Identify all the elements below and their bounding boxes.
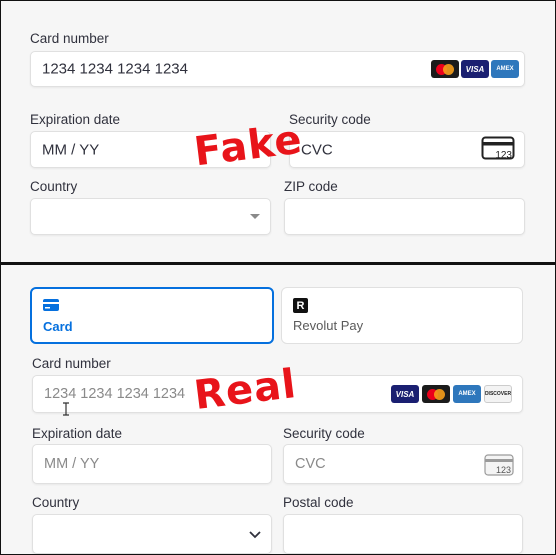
visa-icon: VISA (461, 60, 489, 78)
card-number-label: Card number (30, 31, 109, 46)
fake-stamp: Fake (191, 116, 306, 176)
country-label: Country (30, 179, 78, 194)
cvc-card-icon: 123 (481, 136, 515, 161)
visa-icon: VISA (391, 385, 419, 403)
expiration-label: Expiration date (30, 112, 121, 127)
security-code-label: Security code (289, 112, 371, 127)
tab-revolut-pay[interactable]: R Revolut Pay (281, 287, 523, 344)
security-code-field[interactable]: CVC 123 (289, 131, 525, 168)
country-label: Country (32, 495, 80, 510)
discover-icon: DISCOVER (484, 385, 512, 403)
tab-card-label: Card (43, 319, 73, 334)
security-code-input[interactable]: CVC 123 (283, 444, 523, 484)
mastercard-icon (431, 60, 459, 78)
fake-payment-form: Card number 1234 1234 1234 1234 VISA AME… (0, 0, 556, 263)
expiration-placeholder: MM / YY (44, 456, 100, 472)
postal-code-label: Postal code (283, 495, 354, 510)
mastercard-icon (422, 385, 450, 403)
security-code-placeholder: CVC (295, 456, 326, 472)
revolut-icon: R (293, 298, 308, 313)
cvc-card-icon: 123 (484, 454, 514, 476)
tab-card[interactable]: Card (30, 287, 274, 344)
dropdown-caret-icon (250, 214, 260, 219)
real-payment-form: Card R Revolut Pay Card number 1234 1234… (0, 263, 556, 555)
zip-field[interactable] (284, 198, 525, 235)
expiration-value: MM / YY (42, 141, 100, 158)
expiration-input[interactable]: MM / YY (32, 444, 272, 484)
card-number-label: Card number (32, 356, 111, 371)
text-cursor-icon (63, 402, 69, 416)
amex-icon: AMEX (453, 385, 481, 403)
svg-text:123: 123 (495, 150, 512, 161)
zip-label: ZIP code (284, 179, 338, 194)
card-number-placeholder: 1234 1234 1234 1234 (44, 386, 186, 402)
card-icon (43, 299, 59, 311)
card-number-field[interactable]: 1234 1234 1234 1234 VISA AMEX (30, 51, 525, 87)
svg-text:123: 123 (496, 465, 511, 475)
country-select[interactable] (30, 198, 271, 235)
security-code-label: Security code (283, 426, 365, 441)
security-code-value: CVC (301, 141, 333, 158)
tab-revolut-label: Revolut Pay (293, 318, 364, 333)
expiration-label: Expiration date (32, 426, 123, 441)
amex-icon: AMEX (491, 60, 519, 78)
postal-code-input[interactable] (283, 514, 523, 554)
country-select[interactable] (32, 514, 272, 554)
chevron-down-icon (249, 531, 261, 539)
card-number-value: 1234 1234 1234 1234 (42, 60, 188, 78)
